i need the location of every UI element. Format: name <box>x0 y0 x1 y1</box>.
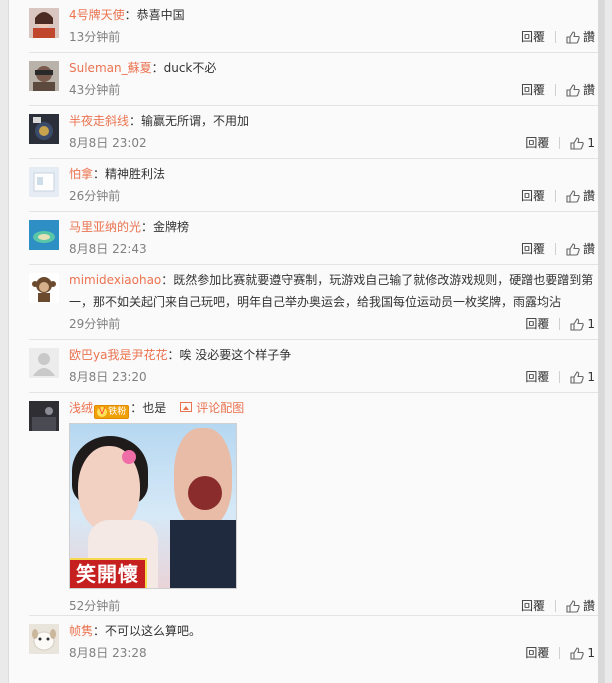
comment-time: 8月8日 23:28 <box>69 646 147 660</box>
thumbs-up-icon <box>570 646 585 660</box>
fan-badge[interactable]: V 铁粉 <box>94 405 130 419</box>
scrollbar[interactable] <box>598 0 604 683</box>
like-label: 讚 <box>582 83 595 97</box>
like-count: 1 <box>587 370 595 384</box>
comment-time: 8月8日 23:20 <box>69 370 147 384</box>
avatar[interactable] <box>29 61 59 91</box>
comment-time: 26分钟前 <box>69 189 121 203</box>
thumbs-up-icon <box>566 30 580 44</box>
comment-content: ：duck不必 <box>151 61 217 75</box>
comment-content: ：唉 没必要这个样子争 <box>167 348 292 362</box>
avatar[interactable] <box>29 348 59 378</box>
comment-time: 52分钟前 <box>69 599 121 613</box>
comment-time: 8月8日 22:43 <box>69 242 147 256</box>
comment-content: ：输赢无所谓，不用加 <box>129 114 250 128</box>
comment-time: 29分钟前 <box>69 317 121 331</box>
comment-content: ：恭喜中国 <box>124 8 185 22</box>
comment-username[interactable]: 半夜走斜线 <box>69 114 129 128</box>
reply-button[interactable]: 回覆 <box>525 642 549 664</box>
like-label: 讚 <box>582 30 595 44</box>
comment-item: 帧隽：不可以这么算吧。 8月8日 23:28 回覆 1 <box>29 616 599 669</box>
comment-content: ：也是 <box>130 401 167 415</box>
thumbs-up-icon <box>566 189 580 203</box>
thumbs-up-icon <box>570 317 585 331</box>
avatar[interactable] <box>29 114 59 144</box>
divider <box>559 647 561 659</box>
comment-username[interactable]: Suleman_蘇夏 <box>69 61 152 75</box>
like-button[interactable]: 1 <box>570 132 595 154</box>
image-caption: 笑開懷 <box>70 558 147 588</box>
like-label: 讚 <box>582 599 595 613</box>
like-count: 1 <box>587 136 595 150</box>
thumbs-up-icon <box>566 242 580 256</box>
thumbs-up-icon <box>566 83 580 97</box>
comment-image[interactable]: 笑開懷 <box>69 423 237 589</box>
comment-item: 4号牌天使：恭喜中国 13分钟前 回覆 讚 <box>29 0 599 53</box>
like-button[interactable]: 讚 <box>566 79 595 101</box>
avatar[interactable] <box>29 273 59 303</box>
comment-item: 欧巴ya我是尹花花：唉 没必要这个样子争 8月8日 23:20 回覆 1 <box>29 340 599 393</box>
divider <box>554 600 556 612</box>
comment-text: 4号牌天使：恭喜中国 <box>69 4 595 26</box>
like-label: 讚 <box>582 189 595 203</box>
reply-button[interactable]: 回覆 <box>525 313 549 335</box>
like-button[interactable]: 讚 <box>566 26 595 48</box>
like-button[interactable]: 1 <box>570 642 595 664</box>
like-button[interactable]: 讚 <box>566 595 595 617</box>
avatar[interactable] <box>29 8 59 38</box>
like-button[interactable]: 讚 <box>566 238 595 260</box>
thumbs-up-icon <box>566 599 580 613</box>
reply-button[interactable]: 回覆 <box>521 79 545 101</box>
comment-list: 4号牌天使：恭喜中国 13分钟前 回覆 讚 Suleman_蘇夏：duck不必 … <box>29 0 599 669</box>
like-count: 1 <box>587 317 595 331</box>
divider <box>554 190 556 202</box>
comment-username[interactable]: 4号牌天使 <box>69 8 125 22</box>
divider <box>559 371 561 383</box>
comment-time: 8月8日 23:02 <box>69 136 147 150</box>
comment-username[interactable]: 马里亚纳的光 <box>69 220 141 234</box>
reply-button[interactable]: 回覆 <box>521 26 545 48</box>
comment-username[interactable]: 欧巴ya我是尹花花 <box>69 348 167 362</box>
comment-item: 马里亚纳的光：金牌榜 8月8日 22:43 回覆 讚 <box>29 212 599 265</box>
like-count: 1 <box>587 646 595 660</box>
comment-content: ：精神胜利法 <box>93 167 166 181</box>
divider <box>554 31 556 43</box>
reply-button[interactable]: 回覆 <box>521 595 545 617</box>
reply-button[interactable]: 回覆 <box>521 185 545 207</box>
comment-username[interactable]: 怕拿 <box>69 167 93 181</box>
avatar[interactable] <box>29 624 59 654</box>
reply-button[interactable]: 回覆 <box>525 132 549 154</box>
comment-item: 半夜走斜线：输赢无所谓，不用加 8月8日 23:02 回覆 1 <box>29 106 599 159</box>
divider <box>559 318 561 330</box>
comment-item: mimidexiaohao：既然参加比赛就要遵守赛制，玩游戏自己输了就修改游戏规… <box>29 265 599 340</box>
comment-item: 怕拿：精神胜利法 26分钟前 回覆 讚 <box>29 159 599 212</box>
comment-item: Suleman_蘇夏：duck不必 43分钟前 回覆 讚 <box>29 53 599 106</box>
comment-image-link[interactable]: 评论配图 <box>180 401 244 415</box>
avatar[interactable] <box>29 401 59 431</box>
divider <box>559 137 561 149</box>
image-icon <box>180 402 193 412</box>
like-button[interactable]: 讚 <box>566 185 595 207</box>
comment-item: 浅绒 V 铁粉 ：也是 评论配图 笑開懷 52分钟前 回覆 讚 <box>29 393 599 616</box>
avatar[interactable] <box>29 220 59 250</box>
comment-content: ：金牌榜 <box>141 220 190 234</box>
comment-username[interactable]: mimidexiaohao <box>69 273 161 287</box>
reply-button[interactable]: 回覆 <box>521 238 545 260</box>
comment-username[interactable]: 浅绒 <box>69 401 93 415</box>
comment-time: 13分钟前 <box>69 30 121 44</box>
thumbs-up-icon <box>570 370 585 384</box>
like-button[interactable]: 1 <box>570 366 595 388</box>
comment-username[interactable]: 帧隽 <box>69 624 93 638</box>
avatar[interactable] <box>29 167 59 197</box>
like-button[interactable]: 1 <box>570 313 595 335</box>
comment-content: ：不可以这么算吧。 <box>93 624 202 638</box>
comment-time: 43分钟前 <box>69 83 121 97</box>
like-label: 讚 <box>582 242 595 256</box>
reply-button[interactable]: 回覆 <box>525 366 549 388</box>
thumbs-up-icon <box>570 136 585 150</box>
divider <box>554 84 556 96</box>
comment-panel: 4号牌天使：恭喜中国 13分钟前 回覆 讚 Suleman_蘇夏：duck不必 … <box>8 0 605 683</box>
divider <box>554 243 556 255</box>
